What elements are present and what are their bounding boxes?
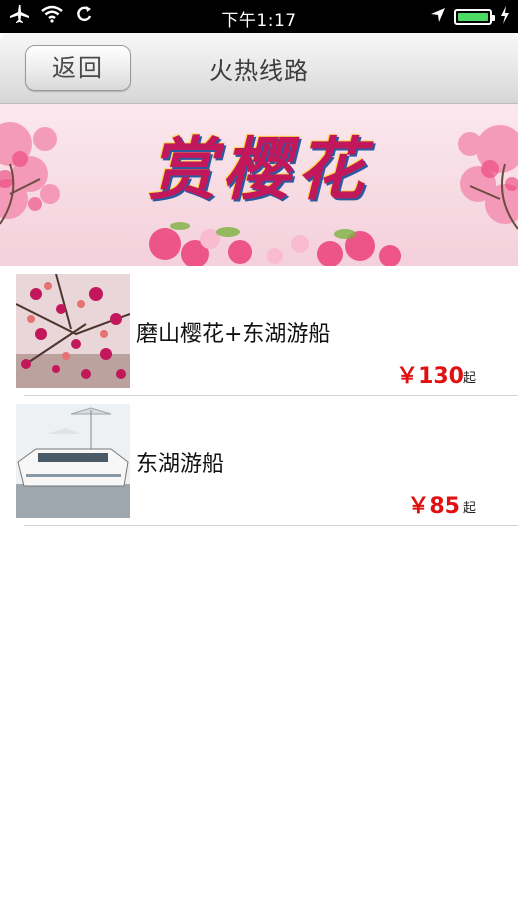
route-thumbnail-cherry-blossom	[16, 274, 130, 388]
status-bar: 下午1:17	[0, 0, 518, 33]
banner-title: 赏樱花	[147, 130, 370, 210]
list-divider	[24, 525, 518, 526]
route-price: ￥85	[407, 494, 460, 519]
cherry-blossom-banner[interactable]: 赏樱花	[0, 104, 518, 266]
route-thumbnail-boat	[16, 404, 130, 518]
battery-icon	[454, 9, 495, 25]
route-list: 磨山樱花+东湖游船 ￥130 起 东湖游船 ￥85 起	[0, 266, 518, 526]
charging-icon	[500, 6, 510, 28]
route-name: 东湖游船	[136, 452, 225, 477]
status-right-icons	[430, 6, 510, 28]
route-price: ￥130	[396, 364, 464, 389]
route-price-suffix: 起	[462, 501, 476, 516]
list-item[interactable]: 磨山樱花+东湖游船 ￥130 起	[0, 266, 518, 396]
route-name: 磨山樱花+东湖游船	[136, 322, 331, 347]
location-arrow-icon	[430, 7, 446, 27]
list-item[interactable]: 东湖游船 ￥85 起	[0, 396, 518, 526]
route-price-suffix: 起	[462, 371, 476, 386]
page-title: 火热线路	[209, 57, 309, 85]
navigation-bar: 返回 火热线路	[0, 33, 518, 104]
